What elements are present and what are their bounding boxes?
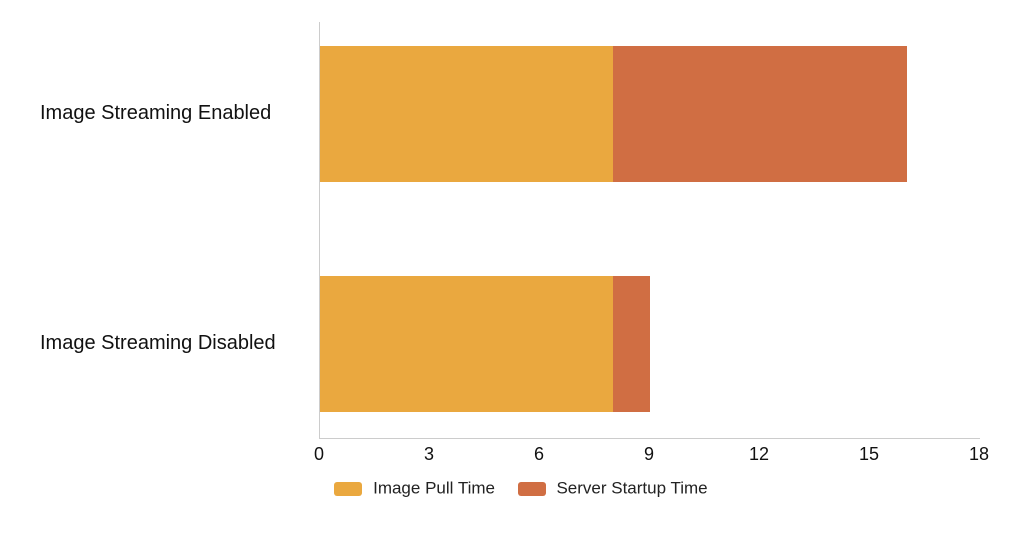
x-tick: 3 <box>424 444 434 465</box>
category-label-enabled: Image Streaming Enabled <box>40 102 300 125</box>
legend: Image Pull Time Server Startup Time <box>0 478 1024 499</box>
x-tick: 6 <box>534 444 544 465</box>
bar-disabled-server-start <box>613 276 650 412</box>
category-label-disabled: Image Streaming Disabled <box>40 332 300 355</box>
legend-swatch-image-pull <box>334 482 362 496</box>
legend-label-image-pull: Image Pull Time <box>373 479 495 498</box>
bar-disabled-image-pull <box>320 276 613 412</box>
legend-label-server-start: Server Startup Time <box>556 479 707 498</box>
x-tick: 18 <box>969 444 989 465</box>
chart: Image Streaming Enabled Image Streaming … <box>0 0 1024 533</box>
x-tick: 9 <box>644 444 654 465</box>
plot-area <box>319 22 980 439</box>
bar-enabled-image-pull <box>320 46 613 182</box>
x-tick: 0 <box>314 444 324 465</box>
bar-enabled-server-start <box>613 46 906 182</box>
legend-swatch-server-start <box>518 482 546 496</box>
x-tick: 15 <box>859 444 879 465</box>
x-tick: 12 <box>749 444 769 465</box>
